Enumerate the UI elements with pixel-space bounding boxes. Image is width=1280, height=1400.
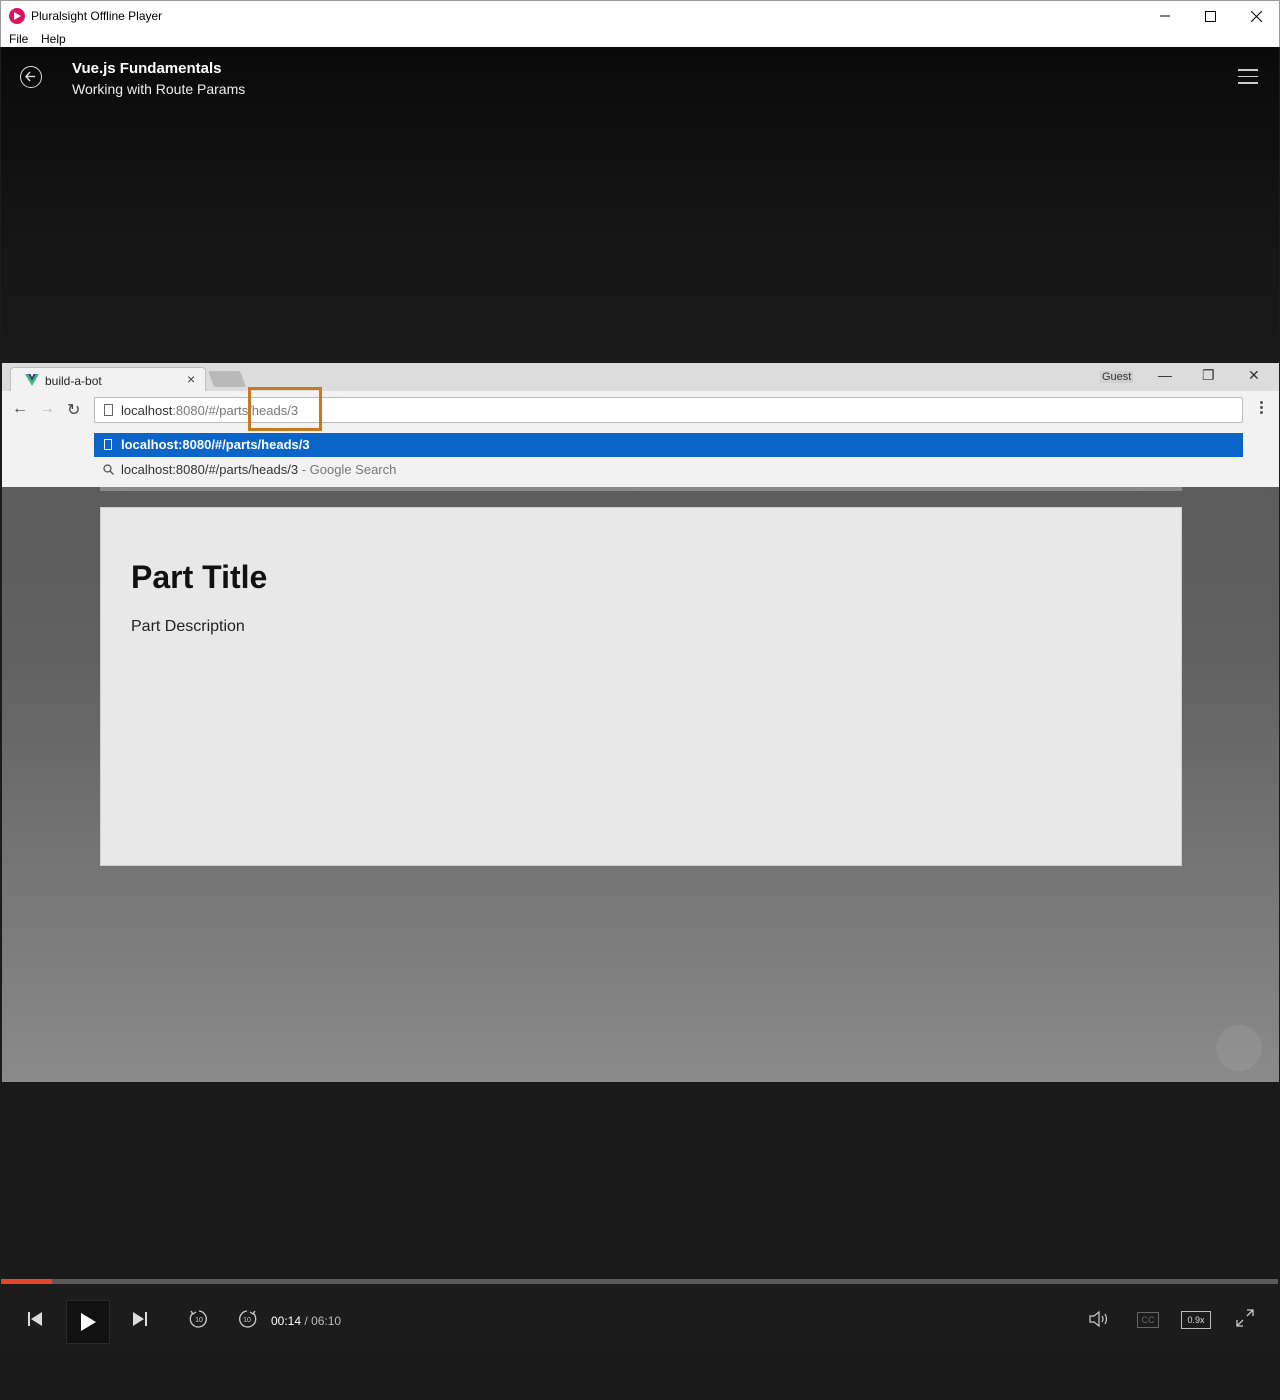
svg-text:10: 10	[195, 1317, 203, 1324]
part-description: Part Description	[131, 618, 245, 635]
fullscreen-icon	[1236, 1309, 1254, 1327]
course-title: Vue.js Fundamentals	[72, 60, 222, 77]
clip-title: Working with Route Params	[72, 81, 246, 97]
volume-icon	[1089, 1311, 1108, 1327]
playback-speed-button[interactable]: 0.9x	[1181, 1311, 1211, 1329]
browser-close-icon: ✕	[1248, 367, 1260, 383]
play-icon	[81, 1313, 96, 1331]
browser-tab: build-a-bot ×	[10, 367, 206, 392]
window-title: Pluralsight Offline Player	[31, 9, 163, 23]
forward-10-button[interactable]: 10	[236, 1308, 258, 1330]
video-frame[interactable]: build-a-bot × Guest — ❐ ✕ ← → ↻ localhos…	[2, 363, 1279, 1082]
volume-button[interactable]	[1089, 1310, 1111, 1328]
maximize-button[interactable]	[1187, 1, 1233, 31]
annotation-highlight-box	[248, 387, 322, 431]
time-display: 00:14 / 06:10	[271, 1314, 342, 1328]
player: Vue.js Fundamentals Working with Route P…	[1, 47, 1279, 1400]
skip-next-icon	[133, 1312, 147, 1326]
play-button[interactable]	[66, 1300, 110, 1344]
browser-reload-icon: ↻	[67, 402, 81, 419]
browser-back-icon: ←	[12, 400, 28, 417]
browser-menu-icon	[1260, 401, 1263, 416]
hamburger-icon	[1238, 69, 1258, 71]
close-button[interactable]	[1233, 1, 1279, 31]
pluralsight-logo-icon	[9, 8, 25, 24]
menu-file[interactable]: File	[9, 32, 28, 46]
browser-toolbar: ← → ↻ localhost:8080/#/parts/heads/3	[2, 391, 1279, 427]
profile-label: Guest	[1100, 371, 1134, 383]
menu-help[interactable]: Help	[41, 32, 66, 46]
minimize-icon	[1160, 15, 1170, 17]
closed-captions-button[interactable]: CC	[1137, 1312, 1159, 1328]
window-titlebar: Pluralsight Offline Player	[0, 0, 1280, 30]
page-header-strip	[100, 487, 1182, 491]
autocomplete-suggestion-url: localhost:8080/#/parts/heads/3	[94, 433, 1243, 457]
svg-text:10: 10	[243, 1317, 251, 1324]
tab-close-icon: ×	[187, 371, 196, 387]
arrow-left-icon	[25, 71, 35, 82]
rewind-10-button[interactable]: 10	[188, 1308, 210, 1330]
rewind-10-icon: 10	[189, 1310, 207, 1328]
back-button[interactable]	[20, 66, 42, 88]
browser-tabstrip: build-a-bot × Guest — ❐ ✕	[2, 363, 1279, 392]
tab-title: build-a-bot	[45, 374, 102, 388]
search-icon	[103, 464, 114, 475]
page-icon	[104, 439, 112, 450]
browser-forward-icon: →	[39, 400, 55, 417]
forward-10-icon: 10	[239, 1310, 257, 1328]
player-header: Vue.js Fundamentals Working with Route P…	[1, 47, 1279, 364]
current-time: 00:14	[271, 1314, 302, 1328]
duration: 06:10	[311, 1314, 342, 1328]
minimize-button[interactable]	[1142, 1, 1188, 31]
browser-minimize-icon: —	[1158, 367, 1172, 383]
autocomplete-suggestion-search: localhost:8080/#/parts/heads/3 - Google …	[94, 458, 1243, 482]
vue-logo-icon	[25, 374, 39, 386]
browser-chrome: build-a-bot × Guest — ❐ ✕ ← → ↻ localhos…	[2, 363, 1279, 487]
new-tab-icon	[208, 371, 246, 387]
fullscreen-button[interactable]	[1235, 1308, 1255, 1328]
close-icon	[1250, 10, 1262, 22]
menubar: File Help	[0, 30, 1280, 47]
next-clip-button[interactable]	[132, 1310, 148, 1328]
page-icon	[104, 404, 113, 416]
browser-restore-icon: ❐	[1202, 367, 1215, 383]
maximize-icon	[1204, 10, 1216, 22]
pluralsight-watermark-icon	[1216, 1025, 1262, 1071]
part-title: Part Title	[131, 559, 268, 595]
skip-previous-icon	[28, 1312, 42, 1326]
page-card: Part Title Part Description	[100, 507, 1182, 866]
table-of-contents-button[interactable]	[1238, 69, 1258, 85]
player-controls: 10 10 00:14 / 06:10 CC 0.9x	[1, 1284, 1278, 1353]
previous-clip-button[interactable]	[27, 1310, 43, 1328]
